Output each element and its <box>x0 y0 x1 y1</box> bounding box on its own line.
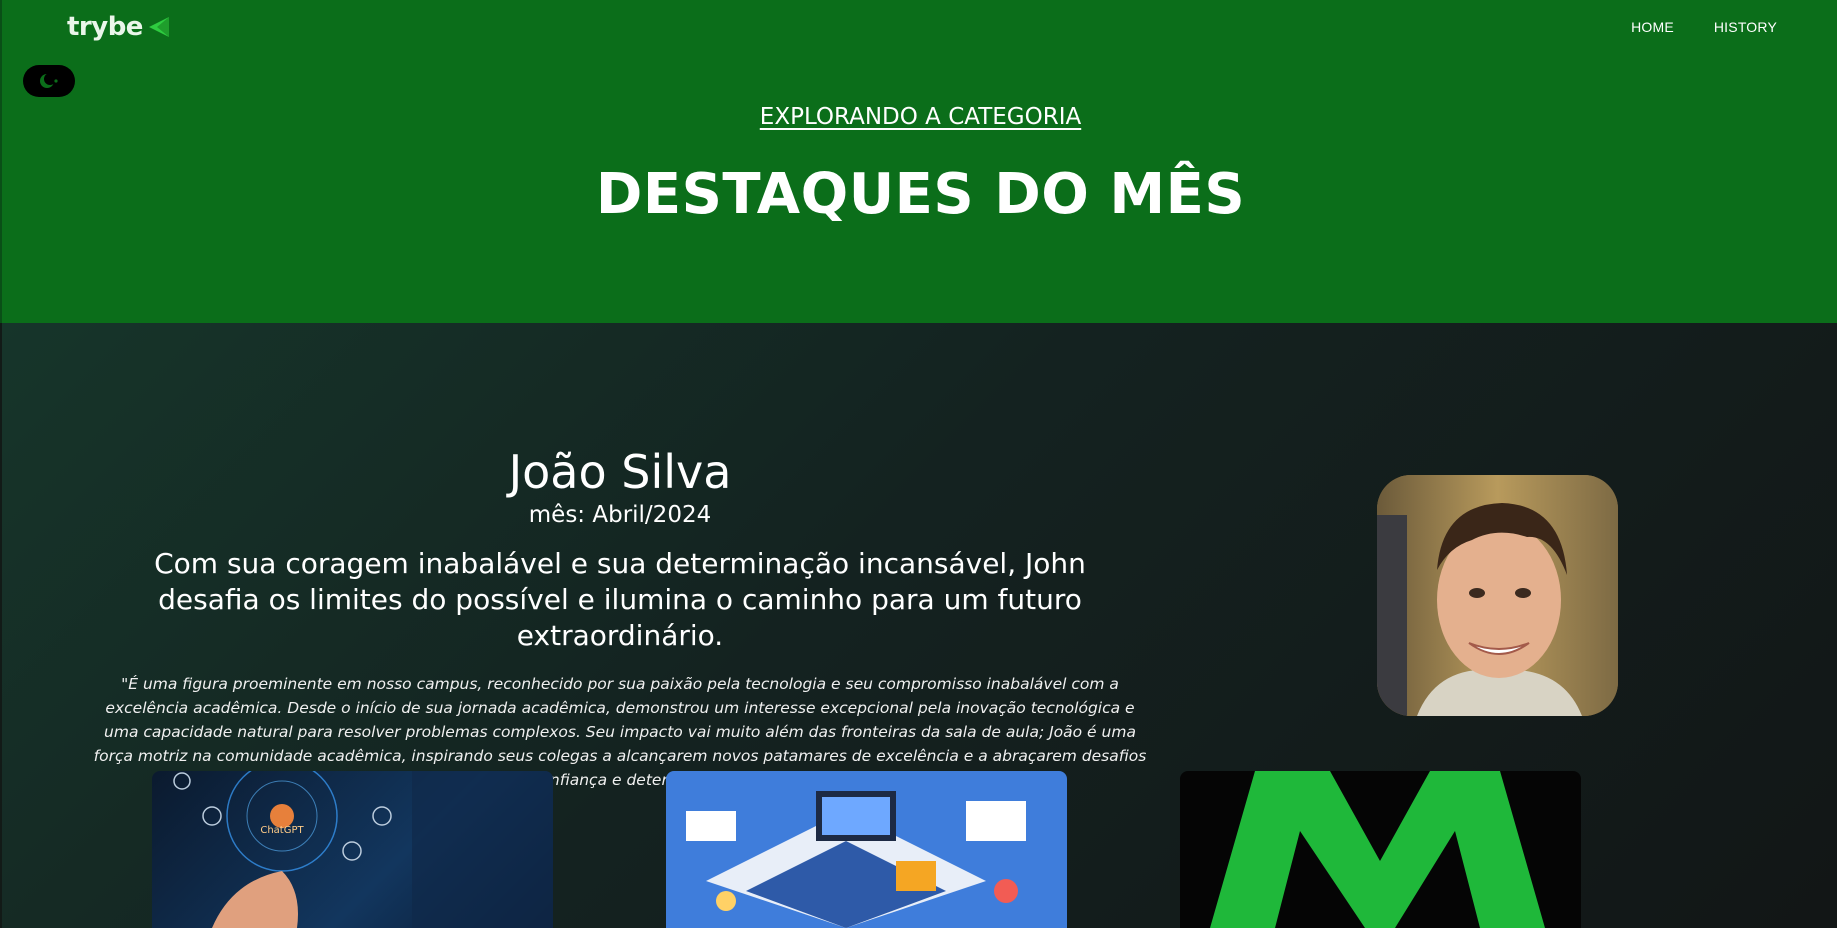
nav-history-link[interactable]: HISTORY <box>1714 19 1777 35</box>
isometric-tech-image <box>686 791 1026 928</box>
highlight-card-m[interactable] <box>1180 771 1581 928</box>
hero-banner: trybe HOME HISTORY EXPLORANDO A CATEGORI… <box>0 0 1837 323</box>
chatgpt-image: ChatGPT <box>173 771 553 928</box>
main-nav: HOME HISTORY <box>1631 19 1777 35</box>
trybe-logo[interactable]: trybe <box>67 12 171 42</box>
theme-toggle-button[interactable] <box>23 65 75 97</box>
nav-home-link[interactable]: HOME <box>1631 19 1674 35</box>
featured-person: João Silva mês: Abril/2024 Com sua corag… <box>87 445 1153 792</box>
person-name: João Silva <box>508 445 732 499</box>
highlight-card-ai[interactable]: ChatGPT <box>152 771 553 928</box>
person-headline: Com sua coragem inabalável e sua determi… <box>154 547 1086 653</box>
logo-text: trybe <box>67 12 143 42</box>
chatgpt-label: ChatGPT <box>260 825 304 836</box>
person-month: mês: Abril/2024 <box>528 502 712 529</box>
moon-icon <box>40 73 58 88</box>
highlight-card-tech[interactable] <box>666 771 1067 928</box>
page-title: DESTAQUES DO MÊS <box>595 162 1246 227</box>
person-photo <box>1377 475 1618 716</box>
category-kicker[interactable]: EXPLORANDO A CATEGORIA <box>2 104 1837 130</box>
logo-arrow-icon <box>148 17 169 37</box>
green-m-logo-image <box>1210 771 1545 928</box>
highlights-section: João Silva mês: Abril/2024 Com sua corag… <box>2 323 1837 928</box>
